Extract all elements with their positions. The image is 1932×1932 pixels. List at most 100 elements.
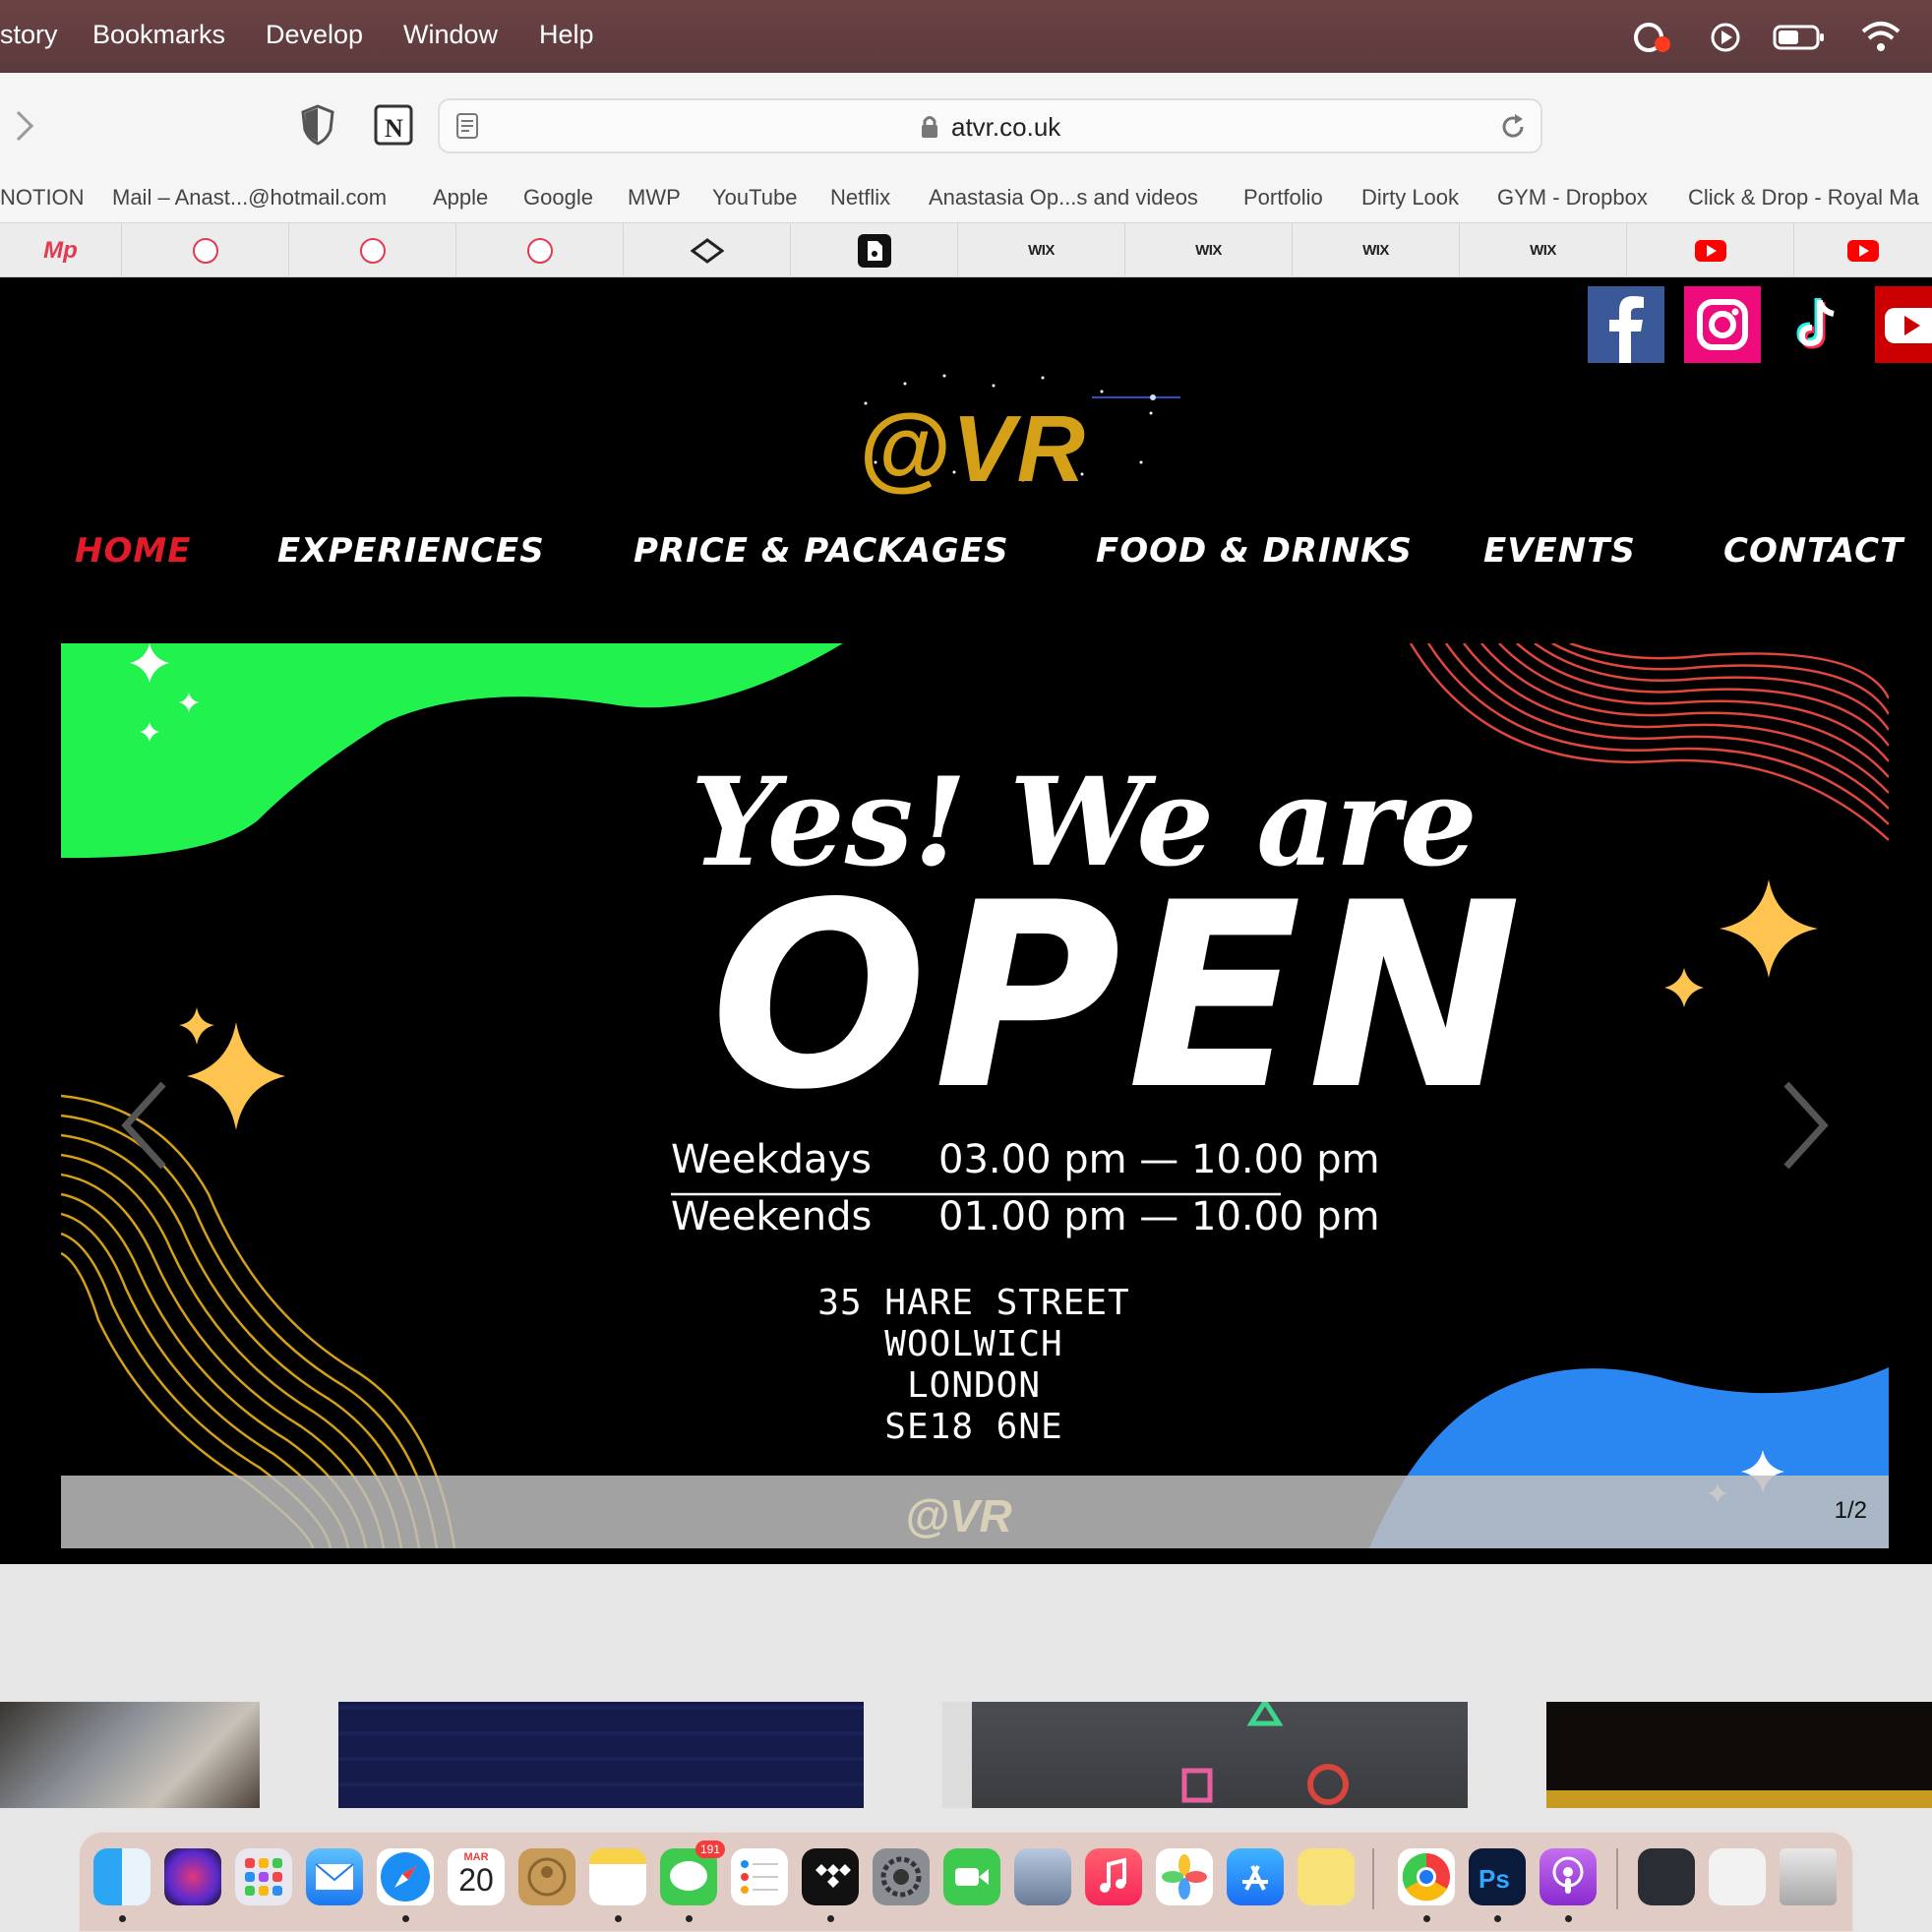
caption-logo: @VR xyxy=(905,1490,1012,1541)
messages-badge: 191 xyxy=(694,1841,725,1858)
macos-dock: MAR 20 191 Ps xyxy=(79,1832,1853,1932)
fav-netflix[interactable]: Netflix xyxy=(830,185,890,211)
recent-window-1[interactable] xyxy=(1638,1848,1695,1905)
nav-price-packages[interactable]: PRICE & PACKAGES xyxy=(634,531,1009,571)
fav-google[interactable]: Google xyxy=(523,185,593,211)
system-preferences-icon[interactable] xyxy=(873,1848,930,1905)
mail-icon[interactable] xyxy=(306,1848,363,1905)
gallery-thumb-1[interactable] xyxy=(0,1702,260,1808)
banner-open-text: OPEN xyxy=(710,849,1528,1146)
notes-icon[interactable] xyxy=(589,1848,646,1905)
play-icon[interactable] xyxy=(1708,18,1747,57)
forward-icon[interactable] xyxy=(10,106,39,146)
fav-anastasia[interactable]: Anastasia Op...s and videos xyxy=(929,185,1198,211)
tab-3[interactable] xyxy=(289,223,456,277)
calendar-icon[interactable]: MAR 20 xyxy=(448,1848,505,1905)
nav-experiences[interactable]: EXPERIENCES xyxy=(277,531,545,571)
messages-icon[interactable]: 191 xyxy=(660,1841,725,1905)
gallery-thumb-2[interactable] xyxy=(338,1702,864,1808)
slideshow-caption-bar: @VR 1/2 xyxy=(61,1476,1889,1548)
nav-events[interactable]: EVENTS xyxy=(1483,531,1636,571)
fav-gym-dropbox[interactable]: GYM - Dropbox xyxy=(1497,185,1648,211)
youtube-favicon-icon xyxy=(1694,239,1726,262)
ring-favicon-icon xyxy=(192,237,218,264)
launchpad-icon[interactable] xyxy=(235,1848,292,1905)
address-bar[interactable]: atvr.co.uk xyxy=(438,98,1542,153)
weekends-label: Weekends xyxy=(671,1194,873,1239)
atvr-logo[interactable]: @VR xyxy=(858,395,1087,504)
fav-youtube[interactable]: YouTube xyxy=(712,185,797,211)
fav-notion[interactable]: NOTION xyxy=(0,185,85,211)
stickies-icon[interactable] xyxy=(1298,1848,1355,1905)
chevron-right-icon[interactable] xyxy=(1775,1076,1834,1175)
tiktok-icon[interactable] xyxy=(1779,286,1855,363)
tidal-icon[interactable] xyxy=(802,1848,859,1905)
safari-icon[interactable] xyxy=(377,1848,434,1905)
facebook-icon[interactable] xyxy=(1588,286,1664,363)
tab-5[interactable] xyxy=(624,223,791,277)
lock-icon xyxy=(922,116,937,138)
reader-icon[interactable] xyxy=(455,112,479,140)
running-indicator xyxy=(686,1915,693,1922)
chrome-icon[interactable] xyxy=(1398,1848,1455,1905)
menu-history[interactable]: story xyxy=(0,20,58,50)
tab-6[interactable] xyxy=(791,223,958,277)
url-text[interactable]: atvr.co.uk xyxy=(951,112,1060,143)
app-store-icon[interactable] xyxy=(1227,1848,1284,1905)
running-indicator xyxy=(1423,1915,1430,1922)
menu-window[interactable]: Window xyxy=(403,20,498,50)
chevron-left-icon[interactable] xyxy=(116,1076,175,1175)
creative-cloud-icon[interactable] xyxy=(1631,18,1674,57)
fav-portfolio[interactable]: Portfolio xyxy=(1243,185,1323,211)
menu-develop[interactable]: Develop xyxy=(266,20,363,50)
podcasts-icon[interactable] xyxy=(1540,1848,1597,1905)
menu-bar: story Bookmarks Develop Window Help xyxy=(0,0,1932,73)
wix-favicon: WIX xyxy=(1530,242,1556,259)
reminders-icon[interactable] xyxy=(731,1848,788,1905)
trash-icon[interactable] xyxy=(1780,1848,1837,1905)
tab-8[interactable]: WIX xyxy=(1125,223,1293,277)
contacts-icon[interactable] xyxy=(518,1848,575,1905)
siri-icon[interactable] xyxy=(164,1848,221,1905)
recent-window-2[interactable] xyxy=(1709,1848,1766,1905)
fav-click-drop[interactable]: Click & Drop - Royal Ma xyxy=(1688,185,1919,211)
wix-favicon: WIX xyxy=(1195,242,1222,259)
tab-7[interactable]: WIX xyxy=(958,223,1125,277)
hero-slideshow[interactable]: Yes! We are OPEN Weekdays 03.00 pm — 10.… xyxy=(61,643,1889,1548)
nav-food-drinks[interactable]: FOOD & DRINKS xyxy=(1096,531,1413,571)
dock-separator xyxy=(1372,1848,1374,1909)
fav-apple[interactable]: Apple xyxy=(433,185,488,211)
privacy-shield-icon[interactable] xyxy=(301,104,334,146)
calendar-day: 20 xyxy=(458,1862,494,1898)
battery-icon[interactable] xyxy=(1773,18,1828,57)
tab-10[interactable]: WIX xyxy=(1460,223,1627,277)
fav-mail[interactable]: Mail – Anast...@hotmail.com xyxy=(112,185,387,211)
tab-12[interactable] xyxy=(1794,223,1932,277)
tab-4[interactable] xyxy=(456,223,624,277)
preview-icon[interactable] xyxy=(1014,1848,1071,1905)
reload-icon[interactable] xyxy=(1499,112,1527,142)
photoshop-icon[interactable]: Ps xyxy=(1469,1848,1526,1905)
running-indicator xyxy=(1565,1915,1572,1922)
youtube-social-icon[interactable] xyxy=(1875,286,1932,363)
music-icon[interactable] xyxy=(1085,1848,1142,1905)
fav-dirty-look[interactable]: Dirty Look xyxy=(1361,185,1459,211)
tab-9[interactable]: WIX xyxy=(1293,223,1460,277)
tab-11[interactable] xyxy=(1627,223,1794,277)
photos-icon[interactable] xyxy=(1156,1848,1213,1905)
wifi-icon[interactable] xyxy=(1859,18,1902,57)
menu-bookmarks[interactable]: Bookmarks xyxy=(92,20,225,50)
instagram-icon[interactable] xyxy=(1684,286,1761,363)
gallery-thumb-3[interactable] xyxy=(942,1702,1468,1808)
nav-home[interactable]: HOME xyxy=(75,531,191,571)
gallery-thumb-4[interactable] xyxy=(1546,1702,1932,1808)
wix-favicon: WIX xyxy=(1362,242,1389,259)
menu-help[interactable]: Help xyxy=(539,20,594,50)
notion-icon[interactable]: N xyxy=(374,104,413,146)
nav-contact[interactable]: CONTACT xyxy=(1723,531,1903,571)
tab-2[interactable] xyxy=(122,223,289,277)
facetime-icon[interactable] xyxy=(943,1848,1000,1905)
tab-mwp[interactable]: Mp xyxy=(0,223,122,277)
fav-mwp[interactable]: MWP xyxy=(628,185,681,211)
finder-icon[interactable] xyxy=(93,1848,151,1905)
